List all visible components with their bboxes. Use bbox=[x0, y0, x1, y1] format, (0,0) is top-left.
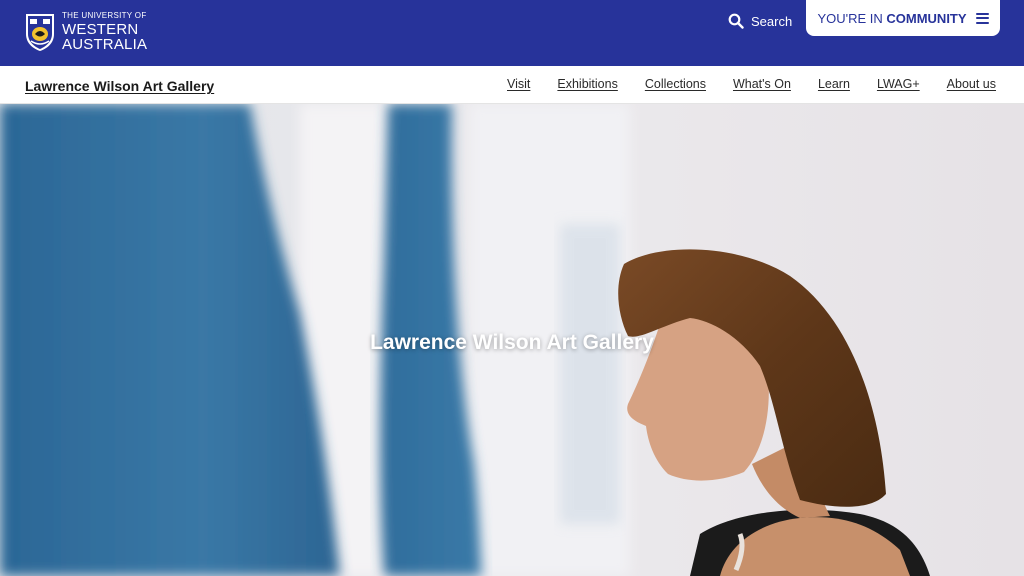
top-header: THE UNIVERSITY OF WESTERN AUSTRALIA Sear… bbox=[0, 0, 1024, 66]
nav-link-about-us[interactable]: About us bbox=[947, 77, 996, 91]
logo-wordmark: THE UNIVERSITY OF WESTERN AUSTRALIA bbox=[62, 11, 148, 53]
community-prefix: YOU'RE IN bbox=[817, 10, 883, 26]
site-navigation: Lawrence Wilson Art Gallery Visit Exhibi… bbox=[0, 66, 1024, 104]
community-label: YOU'RE IN COMMUNITY bbox=[817, 11, 966, 26]
community-name: COMMUNITY bbox=[886, 10, 967, 26]
main-menu: Visit Exhibitions Collections What's On … bbox=[507, 77, 996, 91]
logo-line-3: AUSTRALIA bbox=[62, 36, 148, 53]
hero-banner: Lawrence Wilson Art Gallery bbox=[0, 104, 1024, 576]
nav-link-lwag-plus[interactable]: LWAG+ bbox=[877, 77, 920, 91]
nav-link-whats-on[interactable]: What's On bbox=[733, 77, 791, 91]
site-title-link[interactable]: Lawrence Wilson Art Gallery bbox=[25, 78, 214, 94]
logo-line-1: THE UNIVERSITY OF bbox=[62, 11, 147, 20]
nav-link-visit[interactable]: Visit bbox=[507, 77, 530, 91]
hamburger-menu-icon bbox=[975, 12, 989, 24]
hero-title: Lawrence Wilson Art Gallery bbox=[370, 331, 654, 354]
search-button[interactable]: Search bbox=[728, 12, 792, 30]
community-menu-button[interactable]: YOU'RE IN COMMUNITY bbox=[806, 0, 1000, 36]
nav-link-exhibitions[interactable]: Exhibitions bbox=[557, 77, 617, 91]
nav-link-collections[interactable]: Collections bbox=[645, 77, 706, 91]
search-label: Search bbox=[751, 13, 793, 29]
crest-icon bbox=[26, 14, 54, 51]
uwa-logo[interactable]: THE UNIVERSITY OF WESTERN AUSTRALIA bbox=[24, 12, 147, 52]
logo-line-2: WESTERN bbox=[62, 21, 139, 38]
search-icon bbox=[728, 13, 744, 29]
nav-link-learn[interactable]: Learn bbox=[818, 77, 850, 91]
